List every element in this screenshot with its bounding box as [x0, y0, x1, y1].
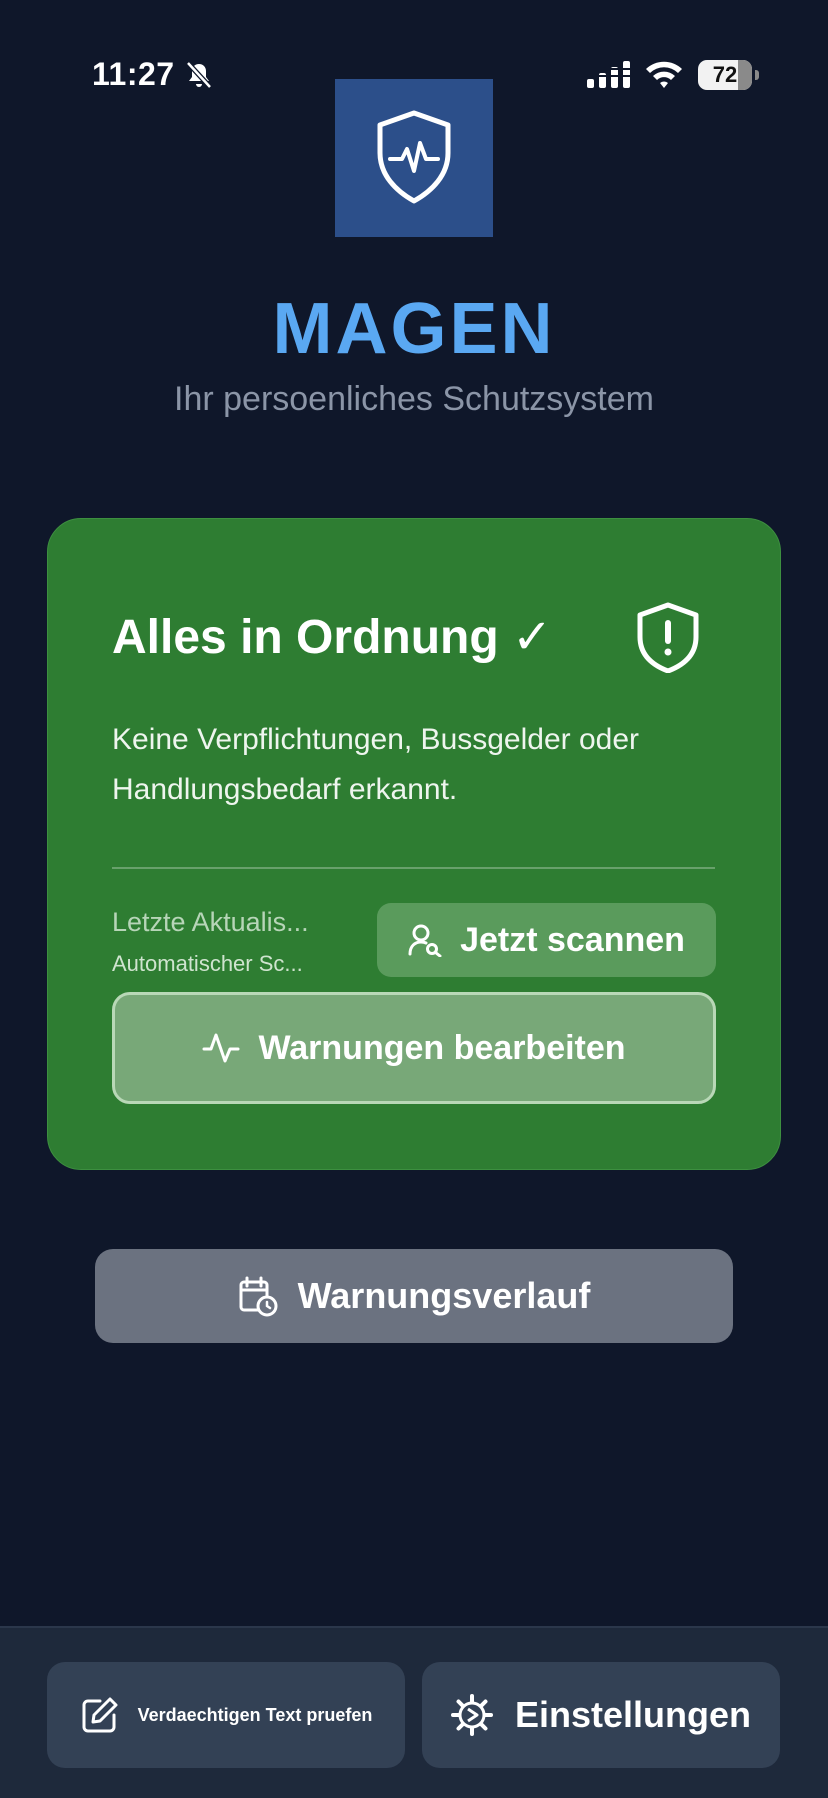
card-divider — [112, 867, 715, 869]
app-subtitle: Ihr persoenliches Schutzsystem — [174, 380, 654, 418]
edit-warnings-label: Warnungen bearbeiten — [258, 1028, 626, 1067]
status-title: Alles in Ordnung ✓ — [112, 611, 553, 664]
status-description: Keine Verpflichtungen, Bussgelder oder H… — [112, 723, 640, 806]
edit-warnings-button[interactable]: Warnungen bearbeiten — [112, 992, 716, 1104]
bell-muted-icon — [186, 61, 212, 89]
battery-indicator: 72 — [698, 60, 760, 90]
bottom-bar: Verdaechtigen Text pruefen Einstellungen — [0, 1626, 828, 1798]
calendar-clock-icon — [239, 1276, 278, 1317]
gear-icon — [450, 1694, 493, 1736]
check-text-button[interactable]: Verdaechtigen Text pruefen — [47, 1662, 405, 1768]
signal-icon — [586, 61, 632, 88]
shield-pulse-icon — [377, 110, 451, 204]
warning-history-button[interactable]: Warnungsverlauf — [95, 1249, 733, 1343]
last-update-label: Letzte Aktualis... — [112, 907, 309, 937]
edit-icon — [82, 1697, 118, 1733]
warning-history-label: Warnungsverlauf — [297, 1275, 591, 1316]
scan-now-label: Jetzt scannen — [460, 920, 685, 959]
auto-scan-label: Automatischer Sc... — [112, 951, 303, 976]
shield-alert-icon — [637, 602, 699, 673]
status-time: 11:27 — [92, 56, 175, 92]
battery-level: 72 — [712, 62, 738, 87]
settings-label: Einstellungen — [514, 1694, 752, 1735]
wifi-icon — [646, 61, 682, 88]
settings-button[interactable]: Einstellungen — [422, 1662, 780, 1768]
status-card: Alles in Ordnung ✓ Keine Verpflichtungen… — [47, 518, 781, 1170]
check-text-label: Verdaechtigen Text pruefen — [137, 1704, 373, 1725]
app-title: MAGEN — [272, 289, 556, 369]
app-logo — [335, 79, 493, 237]
user-search-icon — [408, 924, 442, 957]
activity-icon — [202, 1033, 240, 1063]
scan-now-button[interactable]: Jetzt scannen — [377, 903, 716, 977]
